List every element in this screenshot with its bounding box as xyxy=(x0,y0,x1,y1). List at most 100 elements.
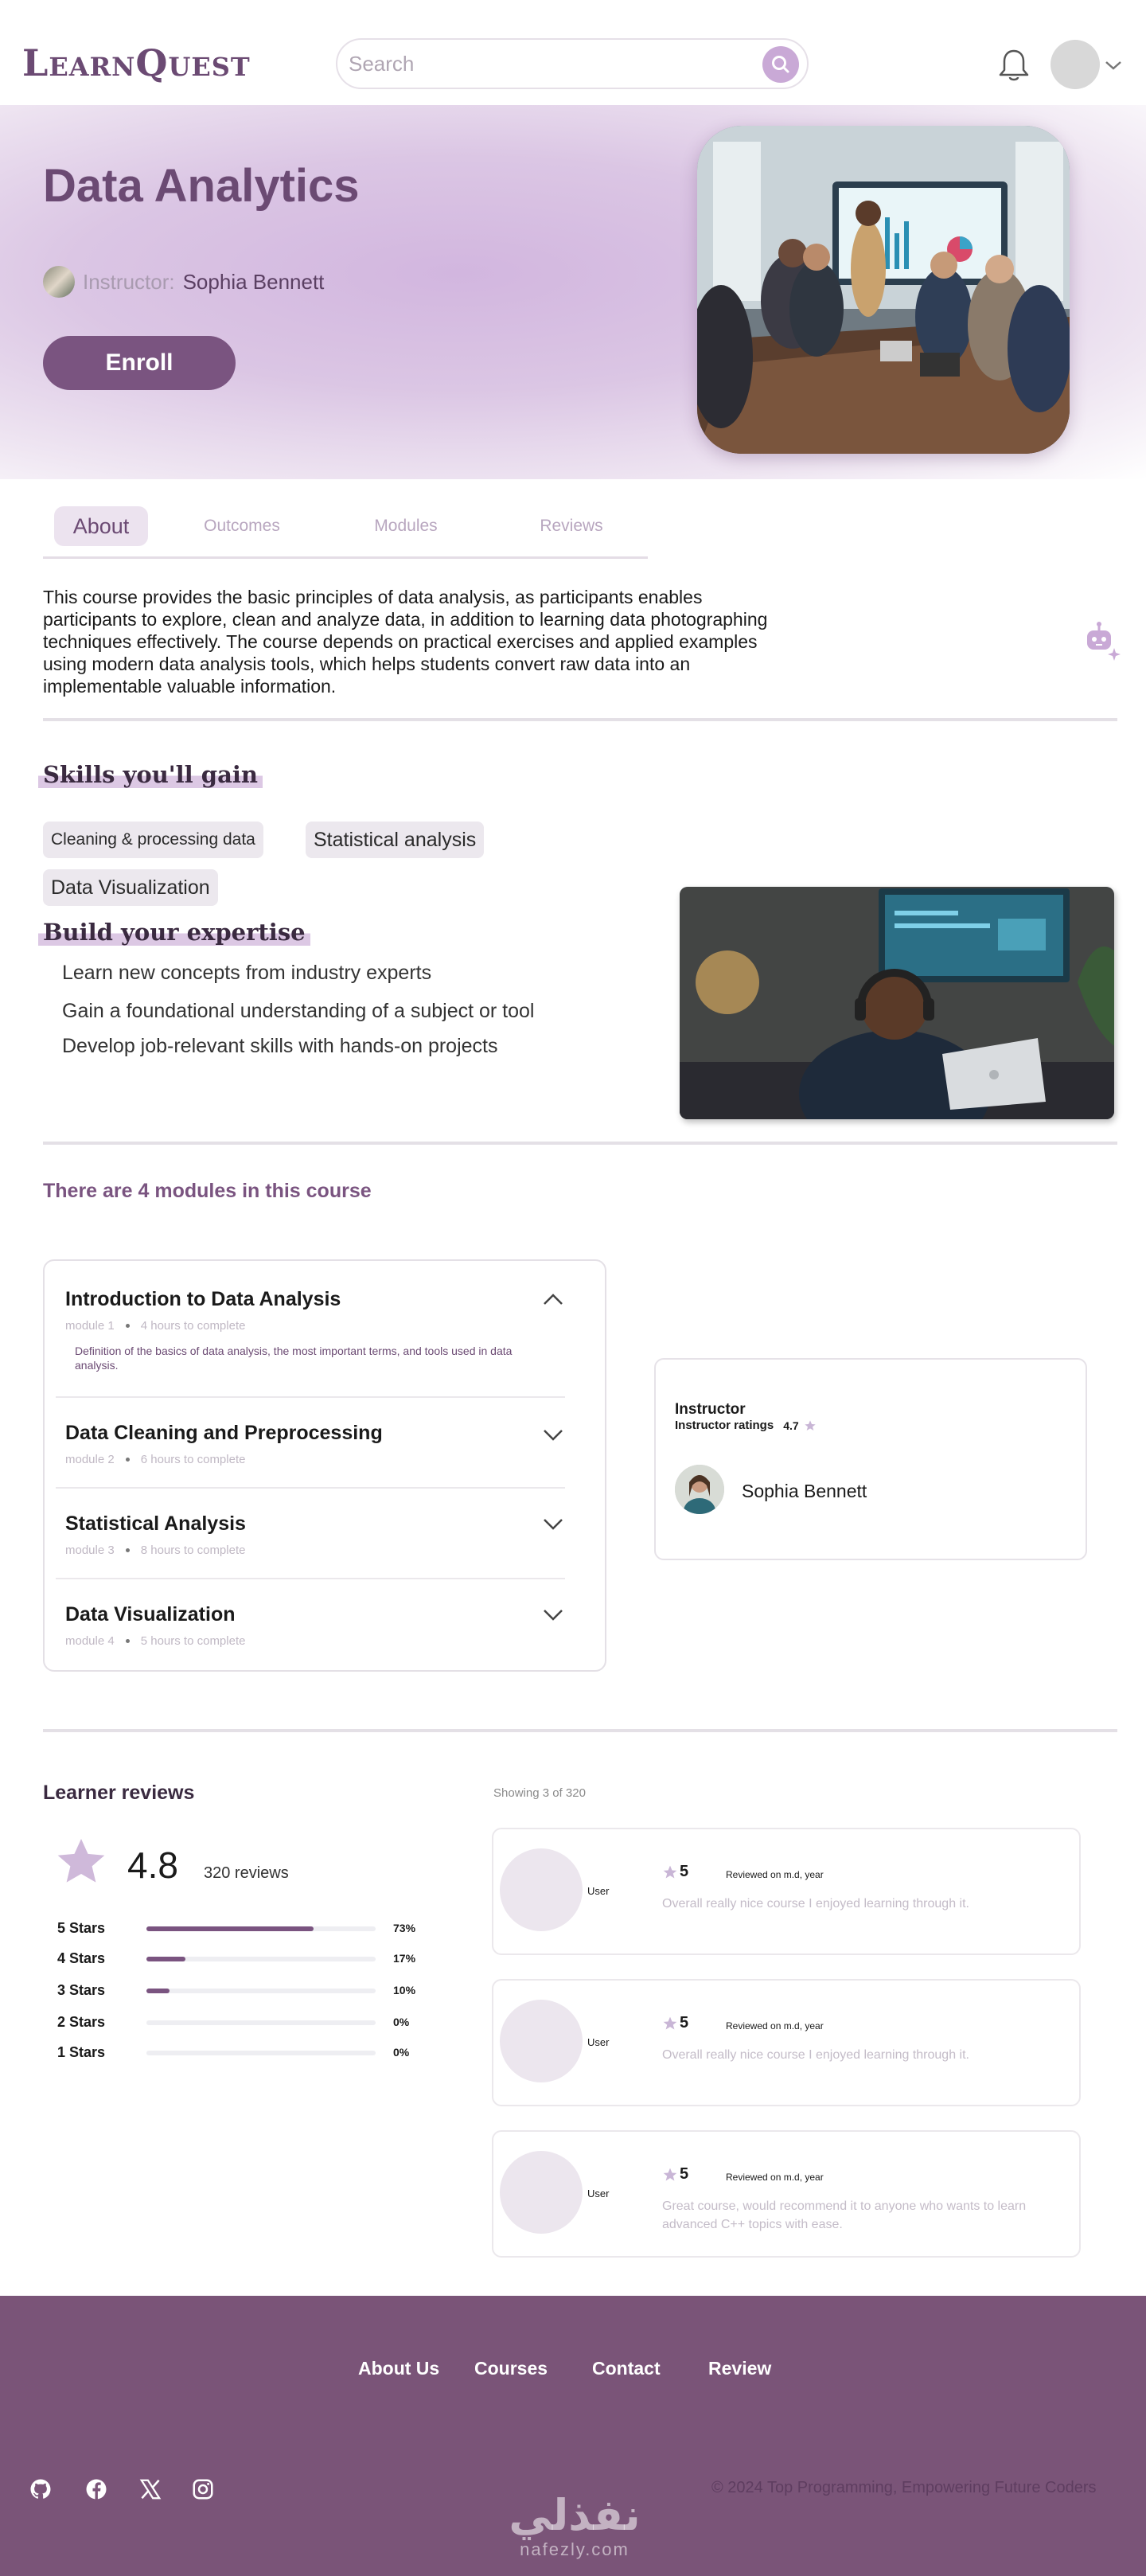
bell-icon[interactable] xyxy=(996,46,1031,84)
module-meta: module 4 5 hours to complete xyxy=(65,1634,565,1648)
search-button[interactable] xyxy=(762,46,799,83)
tab-outcomes[interactable]: Outcomes xyxy=(186,506,298,546)
star-icon xyxy=(663,2168,677,2181)
tab-reviews[interactable]: Reviews xyxy=(516,506,627,546)
module-title: Data Visualization xyxy=(65,1603,236,1626)
instructor-ratings: Instructor ratings 4.7 xyxy=(675,1419,817,1432)
average-rating: 4.8 xyxy=(127,1844,178,1886)
expertise-image xyxy=(680,887,1114,1119)
bullet xyxy=(125,1324,130,1328)
module-number: module 1 xyxy=(65,1319,115,1333)
reviewer-name: User xyxy=(587,1885,610,1897)
skill-chip: Statistical analysis xyxy=(306,822,485,858)
module-duration: 4 hours to complete xyxy=(140,1319,246,1333)
search-bar xyxy=(336,38,809,89)
module-item[interactable]: Data Visualization module 4 5 hours to co… xyxy=(65,1603,565,1648)
chevron-down-icon[interactable] xyxy=(541,1606,565,1622)
review-text: Great course, would recommend it to anyo… xyxy=(662,2199,1027,2231)
rating-value: 4.7 xyxy=(783,1419,799,1432)
rating-bar-row: 1 Stars 0% xyxy=(57,2043,423,2067)
star-icon xyxy=(57,1839,105,1883)
rating-bar-label: 5 Stars xyxy=(57,1920,106,1936)
star-icon xyxy=(663,1865,677,1879)
enroll-button[interactable]: Enroll xyxy=(43,336,236,390)
module-item[interactable]: Statistical Analysis module 3 8 hours to … xyxy=(65,1512,565,1557)
module-title: Statistical Analysis xyxy=(65,1512,246,1535)
course-tabs: About Outcomes Modules Reviews xyxy=(43,506,648,559)
expertise-item: Gain a foundational understanding of a s… xyxy=(62,1000,535,1022)
reviewer-avatar xyxy=(500,2000,583,2082)
rating-bar-percent: 73% xyxy=(393,1922,416,1934)
review-score: 5 xyxy=(680,1863,689,1880)
instagram-icon[interactable] xyxy=(191,2477,215,2501)
reviewer-name: User xyxy=(587,2188,610,2199)
rating-bar-percent: 0% xyxy=(393,2016,410,2028)
chatbot-icon[interactable] xyxy=(1082,621,1122,661)
search-input[interactable] xyxy=(349,49,746,78)
rating-bar-fill xyxy=(146,1926,314,1931)
module-meta: module 2 6 hours to complete xyxy=(65,1453,565,1466)
rating-bar-track xyxy=(146,1957,376,1961)
module-title: Introduction to Data Analysis xyxy=(65,1288,341,1310)
chevron-down-icon[interactable] xyxy=(1103,57,1124,73)
rating-bar-track xyxy=(146,1989,376,1993)
github-icon[interactable] xyxy=(29,2477,53,2501)
instructor-name[interactable]: Sophia Bennett xyxy=(742,1481,867,1502)
course-title: Data Analytics xyxy=(43,160,360,212)
logo[interactable]: LearnQuest xyxy=(22,41,251,84)
user-avatar[interactable] xyxy=(1050,40,1100,89)
instructor-avatar[interactable] xyxy=(675,1465,724,1514)
reviews-heading: Learner reviews xyxy=(43,1782,195,1804)
reviews-showing: Showing 3 of 320 xyxy=(493,1786,586,1800)
reviews-count: 320 reviews xyxy=(204,1864,289,1882)
chevron-down-icon[interactable] xyxy=(541,1427,565,1442)
footer-link-about[interactable]: About Us xyxy=(358,2358,439,2379)
module-description: Definition of the basics of data analysi… xyxy=(75,1345,513,1372)
watermark: نفذلي nafezly.com xyxy=(503,2492,646,2560)
rating-bar-percent: 17% xyxy=(393,1952,416,1965)
module-divider xyxy=(56,1578,565,1579)
rating-bar-label: 4 Stars xyxy=(57,1950,106,1966)
module-duration: 8 hours to complete xyxy=(140,1544,246,1557)
x-icon[interactable] xyxy=(138,2477,162,2501)
watermark-arabic: نفذلي xyxy=(509,2490,641,2540)
review-score: 5 xyxy=(680,2014,689,2032)
chevron-up-icon[interactable] xyxy=(541,1291,565,1307)
module-divider xyxy=(56,1487,565,1489)
bullet xyxy=(125,1548,130,1552)
module-item[interactable]: Introduction to Data Analysis module 1 4 … xyxy=(65,1288,565,1372)
footer-link-contact[interactable]: Contact xyxy=(592,2358,661,2379)
review-card: User 5 Reviewed on m.d, year Overall rea… xyxy=(492,1979,1081,2106)
chevron-down-icon[interactable] xyxy=(541,1516,565,1532)
review-card: User 5 Reviewed on m.d, year Great cours… xyxy=(492,2130,1081,2258)
bullet xyxy=(125,1639,130,1643)
instructor-name[interactable]: Sophia Bennett xyxy=(183,270,325,295)
hero-image xyxy=(697,126,1070,454)
star-icon xyxy=(804,1419,816,1430)
rating-bar-track xyxy=(146,2020,376,2025)
bullet xyxy=(125,1458,130,1462)
skills-heading: Skills you'll gain xyxy=(38,761,263,788)
module-meta: module 3 8 hours to complete xyxy=(65,1544,565,1557)
reviewer-avatar xyxy=(500,2151,583,2234)
rating-bar-row: 2 Stars 0% xyxy=(57,2012,423,2036)
footer-link-review[interactable]: Review xyxy=(708,2358,771,2379)
tab-about[interactable]: About xyxy=(54,506,148,546)
footer-link-courses[interactable]: Courses xyxy=(474,2358,548,2379)
rating-bar-label: 3 Stars xyxy=(57,1982,106,1998)
review-text: Overall really nice course I enjoyed lea… xyxy=(662,1897,969,1911)
watermark-latin: nafezly.com xyxy=(520,2539,630,2559)
rating-bar-label: 2 Stars xyxy=(57,2014,106,2030)
tab-modules[interactable]: Modules xyxy=(350,506,462,546)
instructor-avatar xyxy=(43,266,75,298)
skill-chip: Cleaning & processing data xyxy=(43,822,263,858)
facebook-icon[interactable] xyxy=(84,2477,108,2501)
module-item[interactable]: Data Cleaning and Preprocessing module 2… xyxy=(65,1422,565,1466)
rating-bar-track xyxy=(146,2051,376,2055)
skill-chip: Data Visualization xyxy=(43,869,218,906)
module-number: module 2 xyxy=(65,1453,115,1466)
module-meta: module 1 4 hours to complete xyxy=(65,1319,565,1333)
expertise-item: Develop job-relevant skills with hands-o… xyxy=(62,1035,498,1057)
rating-bar-row: 5 Stars 73% xyxy=(57,1918,423,1942)
rating-bar-track xyxy=(146,1926,376,1931)
